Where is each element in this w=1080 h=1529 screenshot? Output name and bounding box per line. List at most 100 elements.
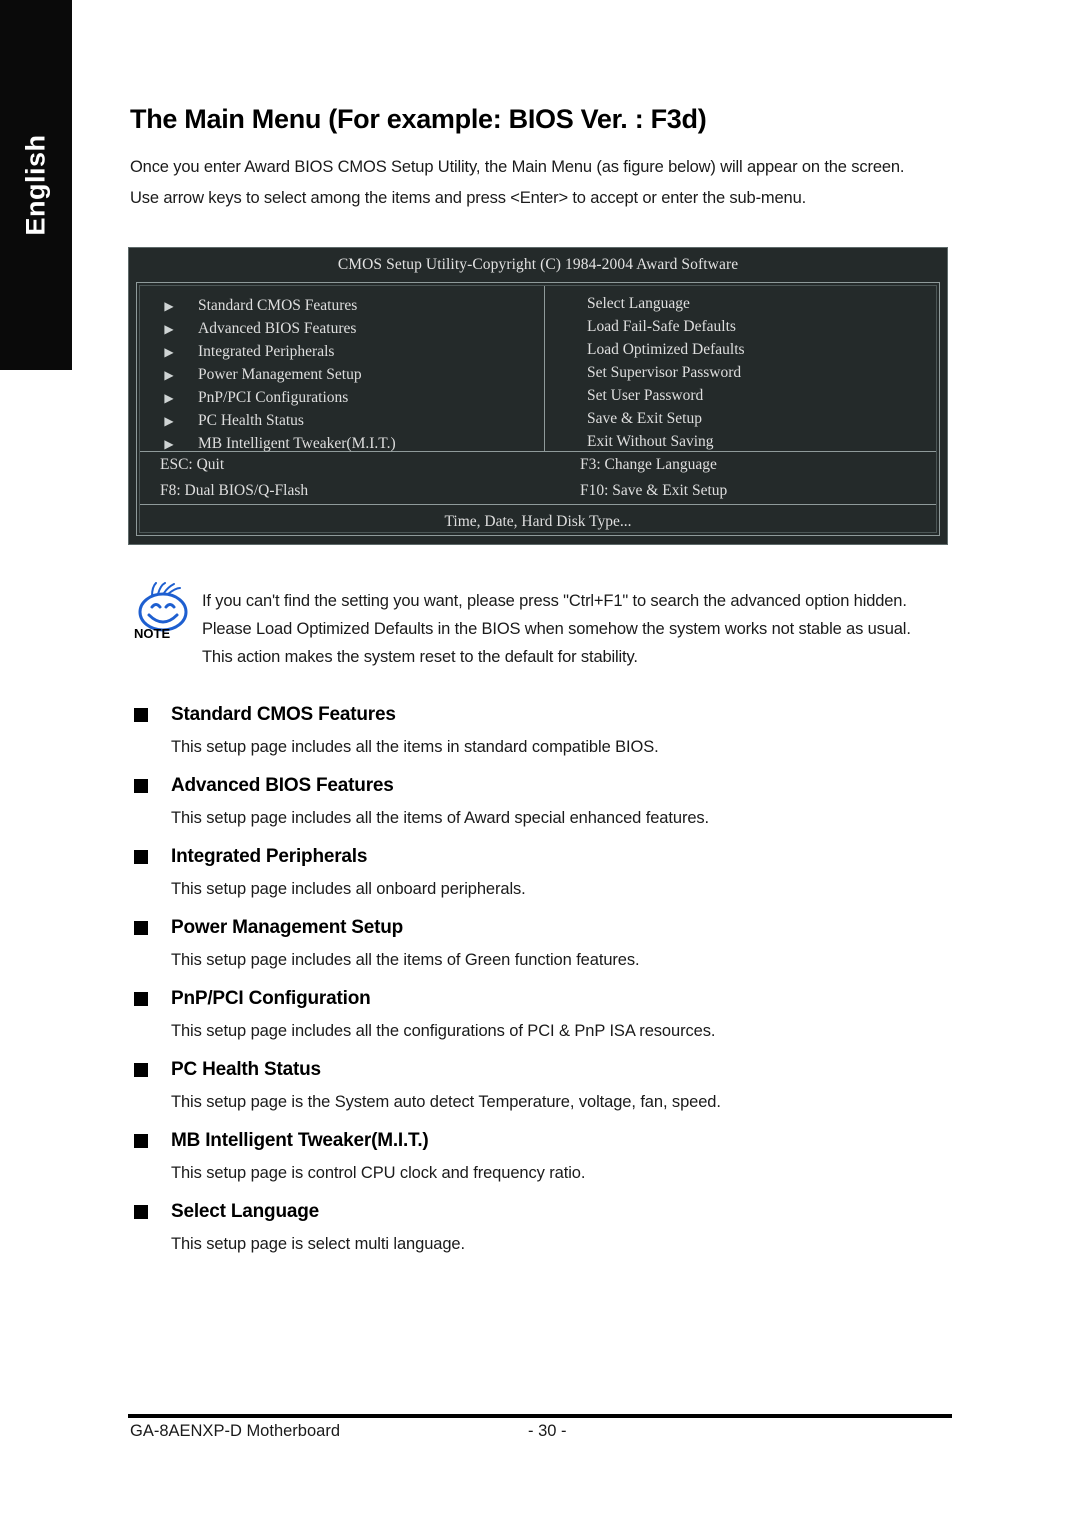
section-pnp-pci-configuration: PnP/PCI Configuration This setup page in… — [128, 984, 952, 1045]
note-text: If you can't find the setting you want, … — [202, 587, 952, 671]
note-smiley-icon: NOTE — [132, 582, 196, 644]
triangle-right-icon: ▶ — [164, 391, 174, 405]
intro-line-2: Use arrow keys to select among the items… — [130, 189, 807, 207]
section-title: Standard CMOS Features — [171, 703, 396, 725]
square-bullet-icon — [134, 1204, 148, 1219]
footer-product-name: GA-8AENXP-D Motherboard — [130, 1422, 340, 1440]
bios-inner-frame: ▶ Standard CMOS Features ▶ Advanced BIOS… — [136, 282, 940, 536]
bios-menu-item[interactable]: Set Supervisor Password — [545, 364, 936, 387]
bios-menu-item-label: Advanced BIOS Features — [198, 320, 357, 337]
section-title: PC Health Status — [171, 1058, 321, 1080]
bios-key-legend: ESC: Quit F3: Change Language F8: Dual B… — [140, 452, 936, 505]
intro-paragraph: Once you enter Award BIOS CMOS Setup Uti… — [130, 152, 952, 214]
section-heading: Select Language — [128, 1197, 952, 1226]
bios-menu-area: ▶ Standard CMOS Features ▶ Advanced BIOS… — [140, 286, 936, 452]
bios-screenshot-figure: CMOS Setup Utility-Copyright (C) 1984-20… — [128, 247, 948, 545]
bios-menu-item-label: Save & Exit Setup — [587, 410, 702, 427]
section-title: Power Management Setup — [171, 916, 404, 938]
section-body: This setup page is control CPU clock and… — [171, 1164, 586, 1182]
section-title: PnP/PCI Configuration — [171, 987, 371, 1009]
section-select-language: Select Language This setup page is selec… — [128, 1197, 952, 1258]
bios-menu-item-label: Select Language — [587, 295, 690, 312]
section-heading: Power Management Setup — [128, 913, 952, 942]
bios-menu-item[interactable]: Save & Exit Setup — [545, 410, 936, 433]
note-line-3: This action makes the system reset to th… — [202, 648, 638, 666]
page-title: The Main Menu (For example: BIOS Ver. : … — [130, 104, 707, 134]
bios-menu-item-label: Load Fail-Safe Defaults — [587, 318, 736, 335]
bios-menu-item[interactable]: ▶ MB Intelligent Tweaker(M.I.T.) — [140, 433, 544, 456]
triangle-right-icon: ▶ — [164, 345, 174, 359]
section-list: Standard CMOS Features This setup page i… — [128, 700, 952, 1268]
bios-menu-item-label: Standard CMOS Features — [198, 297, 358, 314]
section-body: This setup page includes all the items o… — [171, 951, 640, 969]
footer-divider — [128, 1414, 952, 1418]
triangle-right-icon: ▶ — [164, 437, 174, 451]
triangle-right-icon: ▶ — [164, 299, 174, 313]
note-line-1: If you can't find the setting you want, … — [202, 592, 907, 610]
section-title: Advanced BIOS Features — [171, 774, 394, 796]
bios-menu-item-label: Set Supervisor Password — [587, 364, 742, 381]
bios-menu-item[interactable]: ▶ Integrated Peripherals — [140, 341, 544, 364]
square-bullet-icon — [134, 1062, 148, 1077]
section-title: Integrated Peripherals — [171, 845, 368, 867]
bios-menu-item-label: Load Optimized Defaults — [587, 341, 745, 358]
bios-menu-item[interactable]: ▶ Power Management Setup — [140, 364, 544, 387]
intro-line-1: Once you enter Award BIOS CMOS Setup Uti… — [130, 158, 905, 176]
section-body: This setup page includes all the configu… — [171, 1022, 716, 1040]
square-bullet-icon — [134, 1133, 148, 1148]
section-heading: MB Intelligent Tweaker(M.I.T.) — [128, 1126, 952, 1155]
bios-menu-column-left: ▶ Standard CMOS Features ▶ Advanced BIOS… — [140, 286, 545, 452]
bios-menu-item-label: Exit Without Saving — [587, 433, 714, 450]
section-body: This setup page includes all the items i… — [171, 738, 659, 756]
bios-menu-item-label: PC Health Status — [198, 412, 304, 429]
square-bullet-icon — [134, 849, 148, 864]
bios-menu-item-label: MB Intelligent Tweaker(M.I.T.) — [198, 435, 396, 452]
bios-menu-item-label: Integrated Peripherals — [198, 343, 335, 360]
bios-menu-item[interactable]: Set User Password — [545, 387, 936, 410]
bios-menu-item-label: PnP/PCI Configurations — [198, 389, 349, 406]
bios-menu-item[interactable]: Select Language — [545, 295, 936, 318]
section-heading: Standard CMOS Features — [128, 700, 952, 729]
bios-menu-item[interactable]: ▶ Standard CMOS Features — [140, 295, 544, 318]
section-heading: PC Health Status — [128, 1055, 952, 1084]
section-title: Select Language — [171, 1200, 319, 1222]
note-line-2: Please Load Optimized Defaults in the BI… — [202, 620, 911, 638]
page-content: The Main Menu (For example: BIOS Ver. : … — [128, 0, 952, 1529]
bios-menu-item[interactable]: Load Optimized Defaults — [545, 341, 936, 364]
section-heading: Integrated Peripherals — [128, 842, 952, 871]
triangle-right-icon: ▶ — [164, 368, 174, 382]
section-standard-cmos-features: Standard CMOS Features This setup page i… — [128, 700, 952, 761]
section-body: This setup page is select multi language… — [171, 1235, 465, 1253]
section-integrated-peripherals: Integrated Peripherals This setup page i… — [128, 842, 952, 903]
page-footer: GA-8AENXP-D Motherboard - 30 - — [128, 1422, 952, 1448]
bios-title-bar: CMOS Setup Utility-Copyright (C) 1984-20… — [337, 256, 739, 273]
bios-menu-item-label: Set User Password — [587, 387, 704, 404]
language-tab: English — [0, 0, 72, 370]
section-body: This setup page is the System auto detec… — [171, 1093, 721, 1111]
square-bullet-icon — [134, 991, 148, 1006]
section-title: MB Intelligent Tweaker(M.I.T.) — [171, 1129, 429, 1151]
language-tab-label: English — [20, 134, 51, 236]
bios-menu-item[interactable]: ▶ Advanced BIOS Features — [140, 318, 544, 341]
square-bullet-icon — [134, 920, 148, 935]
footer-page-number: - 30 - — [528, 1422, 567, 1440]
section-body: This setup page includes all onboard per… — [171, 880, 526, 898]
bios-key-hint: F10: Save & Exit Setup — [580, 482, 728, 499]
bios-inner-frame-2: ▶ Standard CMOS Features ▶ Advanced BIOS… — [139, 285, 937, 533]
square-bullet-icon — [134, 707, 148, 722]
triangle-right-icon: ▶ — [164, 322, 174, 336]
triangle-right-icon: ▶ — [164, 414, 174, 428]
section-mb-intelligent-tweaker: MB Intelligent Tweaker(M.I.T.) This setu… — [128, 1126, 952, 1187]
section-heading: PnP/PCI Configuration — [128, 984, 952, 1013]
section-pc-health-status: PC Health Status This setup page is the … — [128, 1055, 952, 1116]
bios-menu-item-label: Power Management Setup — [198, 366, 362, 383]
square-bullet-icon — [134, 778, 148, 793]
section-advanced-bios-features: Advanced BIOS Features This setup page i… — [128, 771, 952, 832]
bios-menu-item[interactable]: Exit Without Saving — [545, 433, 936, 456]
bios-status-line: Time, Date, Hard Disk Type... — [444, 513, 632, 530]
bios-key-hint: F8: Dual BIOS/Q-Flash — [160, 482, 309, 499]
bios-menu-item[interactable]: ▶ PnP/PCI Configurations — [140, 387, 544, 410]
bios-menu-column-right: Select Language Load Fail-Safe Defaults … — [545, 286, 936, 451]
bios-menu-item[interactable]: ▶ PC Health Status — [140, 410, 544, 433]
bios-menu-item[interactable]: Load Fail-Safe Defaults — [545, 318, 936, 341]
